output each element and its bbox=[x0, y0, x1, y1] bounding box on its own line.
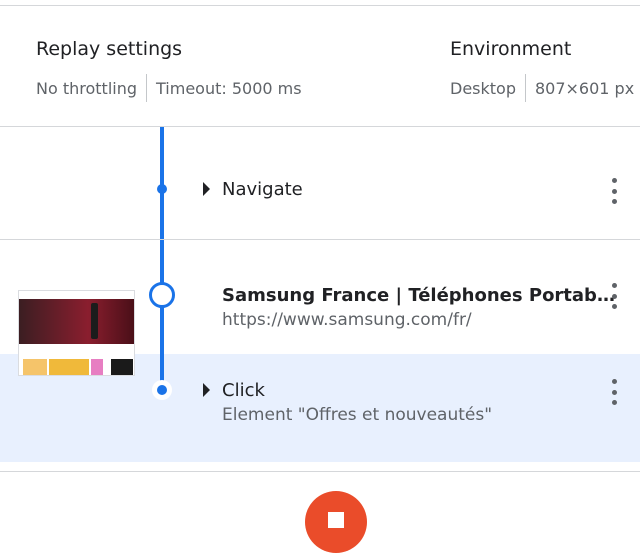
viewport-value[interactable]: 807×601 px bbox=[535, 79, 634, 98]
more-vert-icon[interactable] bbox=[606, 379, 622, 405]
throttling-value[interactable]: No throttling bbox=[36, 79, 137, 98]
more-vert-icon[interactable] bbox=[606, 178, 622, 204]
section-page-title: Samsung France | Téléphones Portab… bbox=[222, 285, 615, 306]
separator bbox=[524, 74, 526, 102]
timeout-value[interactable]: Timeout: 5000 ms bbox=[156, 79, 302, 98]
triangle-right-icon[interactable] bbox=[203, 182, 210, 196]
triangle-right-icon[interactable] bbox=[203, 383, 210, 397]
device-value[interactable]: Desktop bbox=[450, 79, 516, 98]
environment-heading: Environment bbox=[450, 38, 572, 60]
environment-values[interactable]: Desktop 807×601 px bbox=[450, 74, 634, 102]
replay-settings-panel: Replay settings No throttling Timeout: 5… bbox=[0, 0, 640, 127]
page-screenshot-thumbnail bbox=[18, 290, 135, 376]
section-node bbox=[149, 282, 175, 308]
step-dot-inner bbox=[157, 385, 167, 395]
timeline-line bbox=[160, 127, 164, 391]
replay-settings-values[interactable]: No throttling Timeout: 5000 ms bbox=[36, 74, 302, 102]
step-type-label: Navigate bbox=[222, 179, 303, 200]
replay-settings-heading: Replay settings bbox=[36, 38, 183, 60]
section-page-url: https://www.samsung.com/fr/ bbox=[222, 310, 472, 330]
more-vert-icon[interactable] bbox=[606, 283, 622, 309]
step-type-label: Click bbox=[222, 380, 265, 401]
separator bbox=[146, 74, 148, 102]
step-divider bbox=[0, 239, 640, 240]
bottom-divider bbox=[0, 471, 640, 472]
step-detail: Element "Offres et nouveautés" bbox=[222, 405, 493, 425]
step-dot bbox=[157, 184, 167, 194]
stop-recording-button[interactable] bbox=[305, 491, 367, 553]
settings-divider bbox=[0, 126, 640, 127]
